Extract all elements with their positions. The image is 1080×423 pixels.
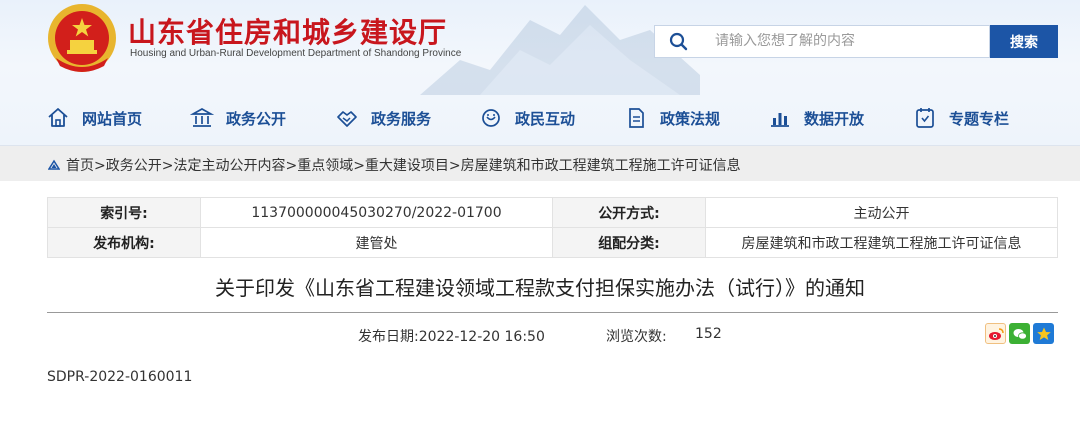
nav-item-home[interactable]: 网站首页: [46, 98, 142, 138]
index-value: 113700000045030270/2022-01700: [200, 197, 553, 228]
nav-label: 专题专栏: [949, 109, 1010, 128]
handshake-icon: [337, 111, 357, 127]
publish-date: 发布日期:2022-12-20 16:50: [358, 329, 545, 345]
search-box: [654, 25, 990, 58]
article-title: 关于印发《山东省工程建设领域工程款支付担保实施办法（试行）》的通知: [215, 276, 865, 300]
search-input[interactable]: [715, 33, 975, 49]
column-icon: [916, 108, 934, 128]
nav-label: 政务公开: [226, 109, 287, 128]
wechat-share-icon[interactable]: [1009, 323, 1030, 344]
nav-item-special-topics[interactable]: 专题专栏: [913, 98, 1009, 138]
search-button[interactable]: 搜索: [990, 25, 1058, 58]
document-icon: [629, 108, 644, 128]
home-icon: [48, 108, 68, 127]
breadcrumb-bar: 首页>政务公开>法定主动公开内容>重点领域>重大建设项目>房屋建筑和市政工程建筑…: [0, 145, 1080, 181]
publisher-value: 建管处: [200, 227, 553, 258]
nav-label: 政策法规: [660, 109, 721, 128]
site-subtitle: Housing and Urban-Rural Development Depa…: [130, 48, 462, 59]
nav-label: 政民互动: [515, 109, 576, 128]
location-icon: [48, 159, 60, 170]
document-number: SDPR-2022-0160011: [47, 369, 193, 385]
main-nav: 网站首页 政务公开 政务服务 政民互动 政策法规 数据开放 专题专栏: [0, 98, 1080, 138]
category-label: 组配分类:: [552, 227, 706, 258]
bar-chart-icon: [771, 113, 789, 127]
nav-item-policies[interactable]: 政策法规: [624, 98, 720, 138]
table-row: 索引号: 113700000045030270/2022-01700 公开方式:…: [47, 197, 1058, 228]
nav-item-public-interaction[interactable]: 政民互动: [479, 98, 575, 138]
breadcrumb: 首页>政务公开>法定主动公开内容>重点领域>重大建设项目>房屋建筑和市政工程建筑…: [48, 155, 741, 175]
chat-icon: [482, 109, 500, 127]
nav-item-government-affairs[interactable]: 政务公开: [190, 98, 286, 138]
site-title[interactable]: 山东省住房和城乡建设厅: [128, 11, 447, 51]
table-row: 发布机构: 建管处 组配分类: 房屋建筑和市政工程建筑工程施工许可证信息: [47, 227, 1058, 258]
nav-item-government-services[interactable]: 政务服务: [335, 98, 431, 138]
breadcrumb-path[interactable]: 首页>政务公开>法定主动公开内容>重点领域>重大建设项目>房屋建筑和市政工程建筑…: [66, 155, 741, 175]
qzone-share-icon[interactable]: [1033, 323, 1054, 344]
nav-label: 政务服务: [371, 109, 432, 128]
metadata-table: 索引号: 113700000045030270/2022-01700 公开方式:…: [47, 197, 1058, 258]
disclosure-label: 公开方式:: [552, 197, 706, 228]
index-label: 索引号:: [47, 197, 201, 228]
site-header: 山东省住房和城乡建设厅 Housing and Urban-Rural Deve…: [0, 0, 1080, 145]
nav-label: 数据开放: [804, 109, 865, 128]
building-icon: [190, 108, 214, 127]
views-count: 152: [695, 326, 722, 342]
nav-item-open-data[interactable]: 数据开放: [768, 98, 864, 138]
share-buttons: [985, 323, 1054, 344]
title-divider: [47, 312, 1058, 313]
publisher-label: 发布机构:: [47, 227, 201, 258]
nav-label: 网站首页: [82, 109, 143, 128]
search-icon[interactable]: [669, 32, 689, 52]
category-value: 房屋建筑和市政工程建筑工程施工许可证信息: [705, 227, 1058, 258]
views-label: 浏览次数:: [606, 329, 667, 345]
weibo-share-icon[interactable]: [985, 323, 1006, 344]
disclosure-value: 主动公开: [705, 197, 1058, 228]
national-emblem-icon: [48, 4, 116, 72]
